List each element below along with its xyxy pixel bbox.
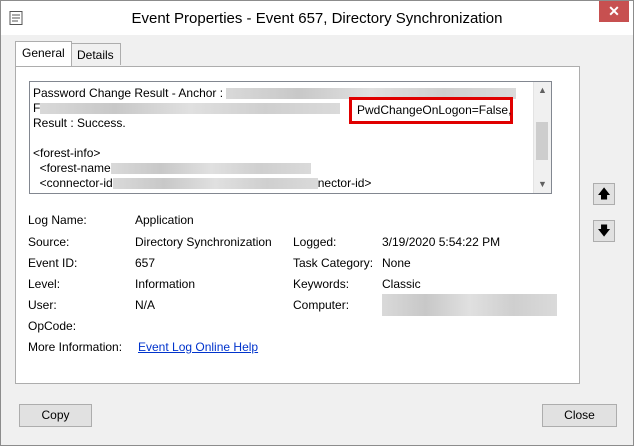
description-scrollbar[interactable]: ▲ ▼ (533, 82, 551, 193)
tab-details[interactable]: Details (70, 43, 121, 65)
highlight-annotation: PwdChangeOnLogon=False, (349, 97, 513, 124)
desc-line-1: Password Change Result - Anchor : (33, 86, 227, 100)
scroll-down-icon[interactable]: ▼ (534, 176, 551, 193)
keywords-value: Classic (382, 277, 421, 291)
user-value: N/A (135, 298, 156, 312)
window-title: Event Properties - Event 657, Directory … (131, 10, 503, 27)
tab-general[interactable]: General (15, 41, 72, 66)
down-arrow-icon: 🡇 (597, 223, 611, 238)
task-category-label: Task Category: (293, 256, 374, 270)
desc-line-4: <forest-info> (33, 146, 101, 160)
computer-label: Computer: (293, 298, 350, 312)
logged-value: 3/19/2020 5:54:22 PM (382, 235, 501, 249)
up-arrow-icon: 🡅 (597, 186, 611, 201)
source-value: Directory Synchronization (135, 235, 272, 249)
event-id-value: 657 (135, 256, 156, 270)
task-category-value: None (382, 256, 411, 270)
close-window-button[interactable]: ✕ (599, 1, 629, 22)
event-log-online-help-link[interactable]: Event Log Online Help (138, 340, 258, 354)
level-value: Information (135, 277, 196, 291)
logged-label: Logged: (293, 235, 337, 249)
title-bar[interactable]: Event Properties - Event 657, Directory … (1, 1, 633, 35)
log-name-value: Application (135, 213, 194, 227)
desc-line-5: <forest-name (33, 161, 111, 175)
close-button[interactable]: Close (542, 404, 617, 427)
desc-line-3: Result : Success. (33, 116, 126, 130)
log-name-label: Log Name: (28, 213, 87, 227)
keywords-label: Keywords: (293, 277, 350, 291)
more-information-label: More Information: (28, 340, 123, 354)
redacted-computer-value (382, 294, 557, 316)
redacted-connector-id (112, 178, 318, 190)
next-event-button[interactable]: 🡇 (593, 220, 615, 242)
highlighted-text: PwdChangeOnLogon=False, (357, 103, 512, 117)
close-icon: ✕ (608, 3, 620, 19)
copy-button[interactable]: Copy (19, 404, 92, 427)
opcode-label: OpCode: (28, 319, 77, 333)
scroll-thumb[interactable] (536, 122, 548, 160)
event-id-label: Event ID: (28, 256, 78, 270)
desc-line-6-suffix: nector-id> (317, 176, 372, 190)
level-label: Level: (28, 277, 61, 291)
scroll-up-icon[interactable]: ▲ (534, 82, 551, 99)
event-properties-window: Event Properties - Event 657, Directory … (0, 0, 634, 446)
desc-line-2: F (33, 101, 41, 115)
background-strip (634, 0, 640, 446)
redacted-text (40, 103, 341, 115)
redacted-forest-name (110, 163, 311, 175)
source-label: Source: (28, 235, 70, 249)
previous-event-button[interactable]: 🡅 (593, 183, 615, 205)
desc-line-6: <connector-id (33, 176, 113, 190)
user-label: User: (28, 298, 57, 312)
